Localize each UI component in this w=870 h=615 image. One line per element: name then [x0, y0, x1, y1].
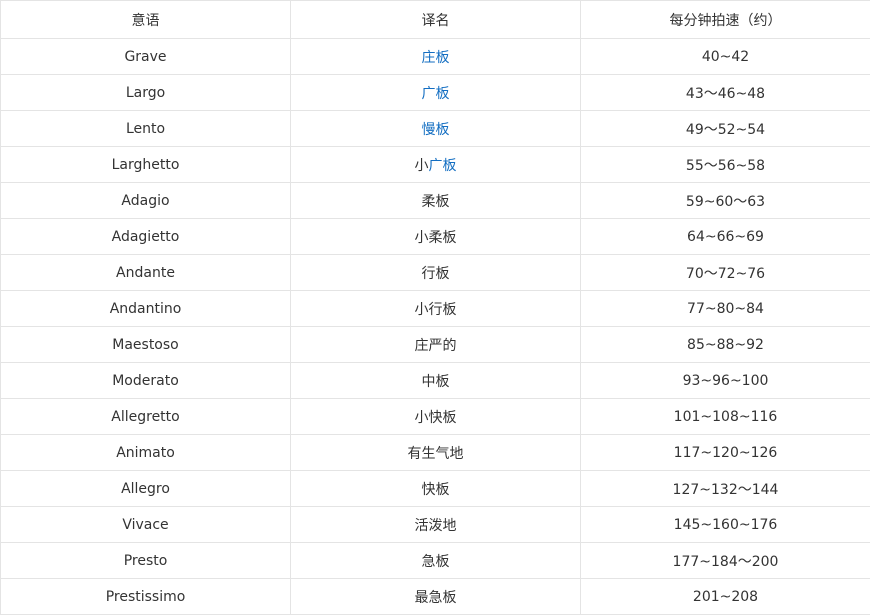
table-row: Largo 广板 43～46~48 [1, 75, 870, 111]
table-row: Maestoso 庄严的 85~88~92 [1, 327, 870, 363]
cell-translation: 庄严的 [291, 327, 581, 363]
cell-translation: 急板 [291, 543, 581, 579]
translation-link[interactable]: 广板 [422, 86, 450, 102]
table-row: Adagietto 小柔板 64~66~69 [1, 219, 870, 255]
cell-translation: 活泼地 [291, 507, 581, 543]
table-row: Vivace 活泼地 145~160~176 [1, 507, 870, 543]
cell-italian: Largo [1, 75, 291, 111]
cell-bpm: 93~96~100 [581, 363, 870, 399]
table-row: Andantino 小行板 77~80~84 [1, 291, 870, 327]
cell-translation: 最急板 [291, 579, 581, 615]
table-row: Andante 行板 70～72~76 [1, 255, 870, 291]
cell-italian: Andantino [1, 291, 291, 327]
cell-bpm: 77~80~84 [581, 291, 870, 327]
cell-italian: Lento [1, 111, 291, 147]
cell-translation: 小广板 [291, 147, 581, 183]
cell-bpm: 201~208 [581, 579, 870, 615]
cell-bpm: 117~120~126 [581, 435, 870, 471]
table-row: Grave 庄板 40~42 [1, 39, 870, 75]
cell-bpm: 43～46~48 [581, 75, 870, 111]
cell-translation: 中板 [291, 363, 581, 399]
table-row: Moderato 中板 93~96~100 [1, 363, 870, 399]
cell-bpm: 49～52~54 [581, 111, 870, 147]
cell-bpm: 177~184～200 [581, 543, 870, 579]
translation-link[interactable]: 慢板 [422, 122, 450, 138]
header-bpm: 每分钟拍速（约） [581, 1, 870, 39]
table-header-row: 意语 译名 每分钟拍速（约） [1, 1, 870, 39]
table-row: Adagio 柔板 59~60～63 [1, 183, 870, 219]
cell-italian: Presto [1, 543, 291, 579]
table-row: Prestissimo 最急板 201~208 [1, 579, 870, 615]
cell-italian: Animato [1, 435, 291, 471]
cell-translation: 小柔板 [291, 219, 581, 255]
cell-translation: 小快板 [291, 399, 581, 435]
translation-prefix: 小 [415, 158, 429, 174]
table-row: Allegretto 小快板 101~108~116 [1, 399, 870, 435]
cell-bpm: 59~60～63 [581, 183, 870, 219]
cell-translation: 广板 [291, 75, 581, 111]
cell-italian: Andante [1, 255, 291, 291]
cell-translation: 快板 [291, 471, 581, 507]
translation-link[interactable]: 庄板 [422, 50, 450, 66]
cell-translation: 柔板 [291, 183, 581, 219]
table-row: Larghetto 小广板 55～56~58 [1, 147, 870, 183]
cell-italian: Allegro [1, 471, 291, 507]
table-row: Lento 慢板 49～52~54 [1, 111, 870, 147]
cell-italian: Prestissimo [1, 579, 291, 615]
cell-translation: 小行板 [291, 291, 581, 327]
cell-translation: 行板 [291, 255, 581, 291]
cell-bpm: 55～56~58 [581, 147, 870, 183]
cell-translation: 有生气地 [291, 435, 581, 471]
cell-italian: Moderato [1, 363, 291, 399]
cell-bpm: 127~132～144 [581, 471, 870, 507]
cell-bpm: 145~160~176 [581, 507, 870, 543]
header-italian: 意语 [1, 1, 291, 39]
cell-italian: Adagietto [1, 219, 291, 255]
table-row: Allegro 快板 127~132～144 [1, 471, 870, 507]
table-row: Animato 有生气地 117~120~126 [1, 435, 870, 471]
cell-italian: Allegretto [1, 399, 291, 435]
cell-bpm: 101~108~116 [581, 399, 870, 435]
cell-bpm: 64~66~69 [581, 219, 870, 255]
cell-italian: Maestoso [1, 327, 291, 363]
cell-italian: Adagio [1, 183, 291, 219]
cell-bpm: 70～72~76 [581, 255, 870, 291]
cell-bpm: 85~88~92 [581, 327, 870, 363]
cell-translation: 慢板 [291, 111, 581, 147]
cell-translation: 庄板 [291, 39, 581, 75]
cell-bpm: 40~42 [581, 39, 870, 75]
header-translation: 译名 [291, 1, 581, 39]
translation-link[interactable]: 广板 [429, 158, 457, 174]
tempo-table: 意语 译名 每分钟拍速（约） Grave 庄板 40~42 Largo 广板 4… [0, 0, 870, 615]
cell-italian: Vivace [1, 507, 291, 543]
cell-italian: Grave [1, 39, 291, 75]
cell-italian: Larghetto [1, 147, 291, 183]
table-row: Presto 急板 177~184～200 [1, 543, 870, 579]
